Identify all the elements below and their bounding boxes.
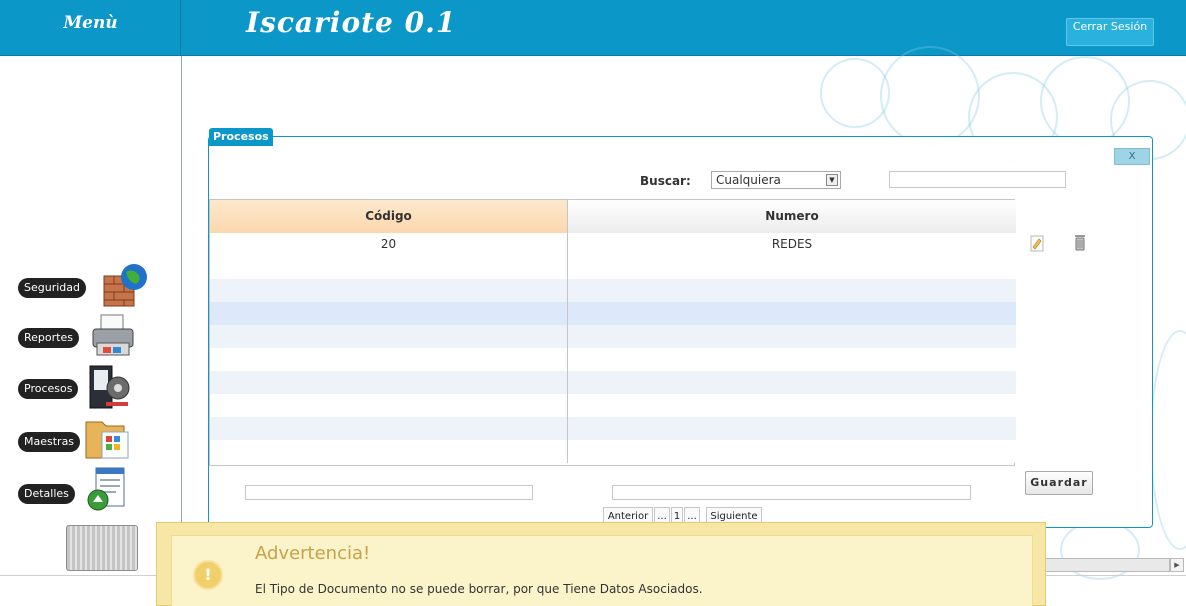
search-label: Buscar: — [640, 174, 691, 188]
cell-numero: REDES — [771, 237, 813, 251]
table-row-empty — [210, 371, 1016, 394]
numero-field[interactable] — [612, 485, 971, 500]
sidebar-divider — [181, 56, 182, 556]
top-bar: Menù Iscariote 0.1 Cerrar Sesión — [0, 0, 1186, 56]
alert-title: Advertencia! — [255, 543, 371, 564]
codigo-field[interactable] — [245, 485, 533, 500]
menu-title: Menù — [63, 13, 118, 33]
sidebar-item-label[interactable]: Seguridad — [18, 278, 86, 298]
results-table: Código Numero 20 REDES — [209, 199, 1016, 466]
sidebar-item-label[interactable]: Maestras — [18, 432, 81, 452]
panel-title: Procesos — [209, 128, 273, 146]
table-row-empty — [210, 394, 1016, 417]
table-row-empty — [210, 417, 1016, 440]
column-header-numero[interactable]: Numero — [568, 200, 1016, 233]
sidebar-item-label[interactable]: Reportes — [18, 328, 79, 348]
chevron-down-icon[interactable]: ▼ — [826, 174, 838, 186]
save-button[interactable]: Guardar — [1025, 471, 1093, 495]
warning-icon: ! — [193, 560, 223, 590]
edit-icon[interactable] — [1030, 235, 1044, 252]
search-filter-select[interactable]: Cualquiera ▼ — [711, 171, 841, 189]
search-filter-value: Cualquiera — [716, 173, 781, 187]
table-row[interactable]: 20 REDES — [210, 233, 1016, 256]
delete-icon[interactable] — [1073, 233, 1087, 251]
folder-icon[interactable] — [84, 414, 130, 460]
app-title: Iscariote 0.1 — [246, 6, 457, 39]
gear-window-icon[interactable] — [86, 364, 132, 410]
globe-wall-icon[interactable] — [102, 262, 148, 308]
alert-message: El Tipo de Documento no se puede borrar,… — [255, 582, 703, 596]
close-button[interactable]: X — [1114, 148, 1150, 165]
table-row-empty — [210, 256, 1016, 279]
table-row-empty — [210, 325, 1016, 348]
table-row-empty — [210, 302, 1016, 325]
horizontal-scrollbar[interactable] — [1044, 558, 1170, 572]
table-header: Código Numero — [210, 200, 1016, 233]
table-row-empty — [210, 440, 1016, 463]
printer-icon[interactable] — [91, 313, 137, 359]
table-row-empty — [210, 348, 1016, 371]
search-input[interactable] — [889, 171, 1066, 188]
menu-header: Menù — [0, 0, 181, 56]
sidebar-item-label[interactable]: Detalles — [18, 484, 75, 504]
column-header-codigo[interactable]: Código — [210, 200, 568, 233]
warning-alert: ! Advertencia! El Tipo de Documento no s… — [156, 522, 1046, 606]
cell-codigo: 20 — [210, 233, 568, 256]
table-row-empty — [210, 279, 1016, 302]
trash-bin-icon[interactable] — [66, 525, 138, 571]
sidebar-item-label[interactable]: Procesos — [18, 379, 79, 399]
document-upload-icon[interactable] — [86, 466, 132, 512]
logout-button[interactable]: Cerrar Sesión — [1066, 18, 1154, 46]
scroll-right-icon[interactable]: ▶ — [1170, 558, 1184, 572]
